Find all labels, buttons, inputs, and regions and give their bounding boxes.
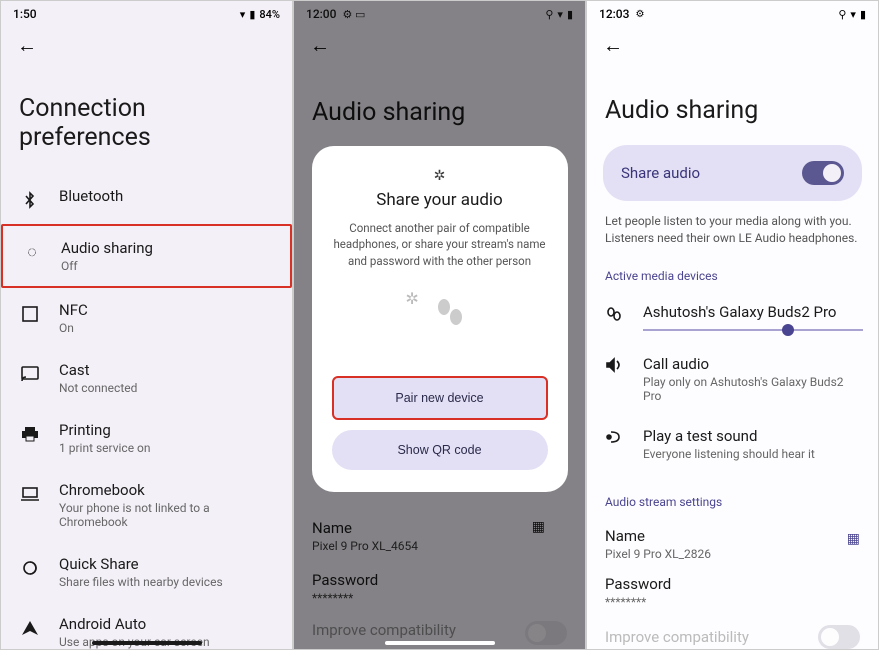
- item-label: Android Auto: [59, 615, 210, 633]
- status-bar: 1:50 ▾ ▮ 84%: [1, 1, 292, 23]
- improve-label: Improve compatibility: [605, 628, 749, 646]
- page-title: Connection preferences: [1, 58, 292, 174]
- speaker-icon: [605, 357, 627, 373]
- qr-icon[interactable]: ▦: [847, 531, 860, 547]
- improve-compat-row[interactable]: Improve compatibility: [587, 615, 878, 649]
- wifi-icon: ▾: [240, 8, 246, 21]
- cast-icon: [19, 363, 41, 385]
- item-cast[interactable]: Cast Not connected: [1, 348, 292, 408]
- test-sound-sub: Everyone listening should hear it: [643, 447, 815, 461]
- share-icon: ✲: [332, 168, 548, 184]
- nfc-icon: [19, 303, 41, 325]
- stream-name-field[interactable]: Name Pixel 9 Pro XL_2826 ▦: [587, 517, 878, 567]
- status-time: 1:50: [13, 7, 37, 21]
- item-label: Quick Share: [59, 555, 223, 573]
- bt-icon: ⚲: [838, 8, 846, 21]
- nav-pill: [92, 641, 202, 645]
- phone-audio-sharing-modal: 12:00 ⚙ ▭ ⚲ ▾ ▮ ← Audio sharing Name Pix…: [293, 0, 586, 650]
- battery-icon: ▮: [249, 8, 255, 21]
- item-label: Bluetooth: [59, 187, 123, 205]
- call-audio-item[interactable]: Call audio Play only on Ashutosh's Galax…: [587, 343, 878, 415]
- play-test-sound-item[interactable]: Play a test sound Everyone listening sho…: [587, 415, 878, 473]
- item-label: NFC: [59, 301, 88, 319]
- share-audio-label: Share audio: [621, 164, 700, 182]
- section-stream-settings: Audio stream settings: [587, 473, 878, 517]
- status-time: 12:03: [599, 7, 629, 21]
- modal-title: Share your audio: [332, 190, 548, 210]
- item-sub: 1 print service on: [59, 441, 151, 455]
- volume-slider[interactable]: [643, 329, 863, 331]
- item-nfc[interactable]: NFC On: [1, 288, 292, 348]
- modal-scrim[interactable]: ✲ Share your audio Connect another pair …: [294, 1, 585, 649]
- share-audio-row[interactable]: Share audio: [603, 145, 862, 201]
- field-label: Name: [605, 527, 711, 545]
- item-label: Cast: [59, 361, 137, 379]
- item-label: Printing: [59, 421, 151, 439]
- modal-desc: Connect another pair of compatible headp…: [332, 220, 548, 268]
- item-bluetooth[interactable]: Bluetooth: [1, 174, 292, 224]
- back-button[interactable]: ←: [17, 33, 37, 58]
- item-sub: Not connected: [59, 381, 137, 395]
- show-qr-code-button[interactable]: Show QR code: [332, 430, 548, 470]
- earbuds-icon: [605, 305, 627, 323]
- share-audio-toggle[interactable]: [802, 161, 844, 185]
- field-value: Pixel 9 Pro XL_2826: [605, 547, 711, 561]
- improve-toggle[interactable]: [818, 625, 860, 649]
- battery-icon: ▮: [860, 8, 866, 21]
- sound-icon: [605, 429, 627, 445]
- item-sub: On: [59, 321, 88, 335]
- stream-password-field[interactable]: Password ********: [587, 567, 878, 615]
- chromebook-icon: [19, 483, 41, 505]
- field-label: Password: [605, 575, 860, 593]
- item-quick-share[interactable]: Quick Share Share files with nearby devi…: [1, 542, 292, 602]
- section-active-devices: Active media devices: [587, 247, 878, 291]
- quick-share-icon: [19, 557, 41, 579]
- item-sub: Off: [61, 259, 153, 273]
- battery-text: 84%: [259, 8, 280, 21]
- bluetooth-icon: [19, 189, 41, 211]
- call-audio-label: Call audio: [643, 355, 860, 373]
- test-sound-label: Play a test sound: [643, 427, 815, 445]
- nav-pill: [385, 641, 495, 645]
- item-label: Chromebook: [59, 481, 274, 499]
- page-title: Audio sharing: [587, 58, 878, 145]
- status-bar: 12:03 ⚙ ⚲ ▾ ▮: [587, 1, 878, 23]
- active-device-item[interactable]: Ashutosh's Galaxy Buds2 Pro: [587, 291, 878, 343]
- device-name: Ashutosh's Galaxy Buds2 Pro: [643, 303, 863, 321]
- item-audio-sharing[interactable]: ◌ Audio sharing Off: [1, 224, 292, 288]
- modal-illustration: ✲: [332, 289, 548, 336]
- item-chromebook[interactable]: Chromebook Your phone is not linked to a…: [1, 468, 292, 542]
- item-sub: Share files with nearby devices: [59, 575, 223, 589]
- status-extra-icon: ⚙: [635, 9, 644, 20]
- share-audio-desc: Let people listen to your media along wi…: [587, 201, 878, 247]
- item-printing[interactable]: Printing 1 print service on: [1, 408, 292, 468]
- pair-new-device-button[interactable]: Pair new device: [332, 376, 548, 420]
- item-sub: Your phone is not linked to a Chromebook: [59, 501, 274, 529]
- call-audio-sub: Play only on Ashutosh's Galaxy Buds2 Pro: [643, 375, 860, 403]
- phone-connection-preferences: 1:50 ▾ ▮ 84% ← Connection preferences Bl…: [0, 0, 293, 650]
- phone-audio-sharing-settings: 12:03 ⚙ ⚲ ▾ ▮ ← Audio sharing Share audi…: [586, 0, 879, 650]
- item-label: Audio sharing: [61, 239, 153, 257]
- wifi-icon: ▾: [850, 8, 856, 21]
- android-auto-icon: [19, 617, 41, 639]
- audio-sharing-icon: ◌: [21, 241, 43, 263]
- back-button[interactable]: ←: [603, 33, 623, 58]
- share-audio-modal: ✲ Share your audio Connect another pair …: [312, 146, 568, 491]
- field-value: ********: [605, 595, 860, 609]
- slider-thumb[interactable]: [782, 324, 794, 336]
- printer-icon: [19, 423, 41, 445]
